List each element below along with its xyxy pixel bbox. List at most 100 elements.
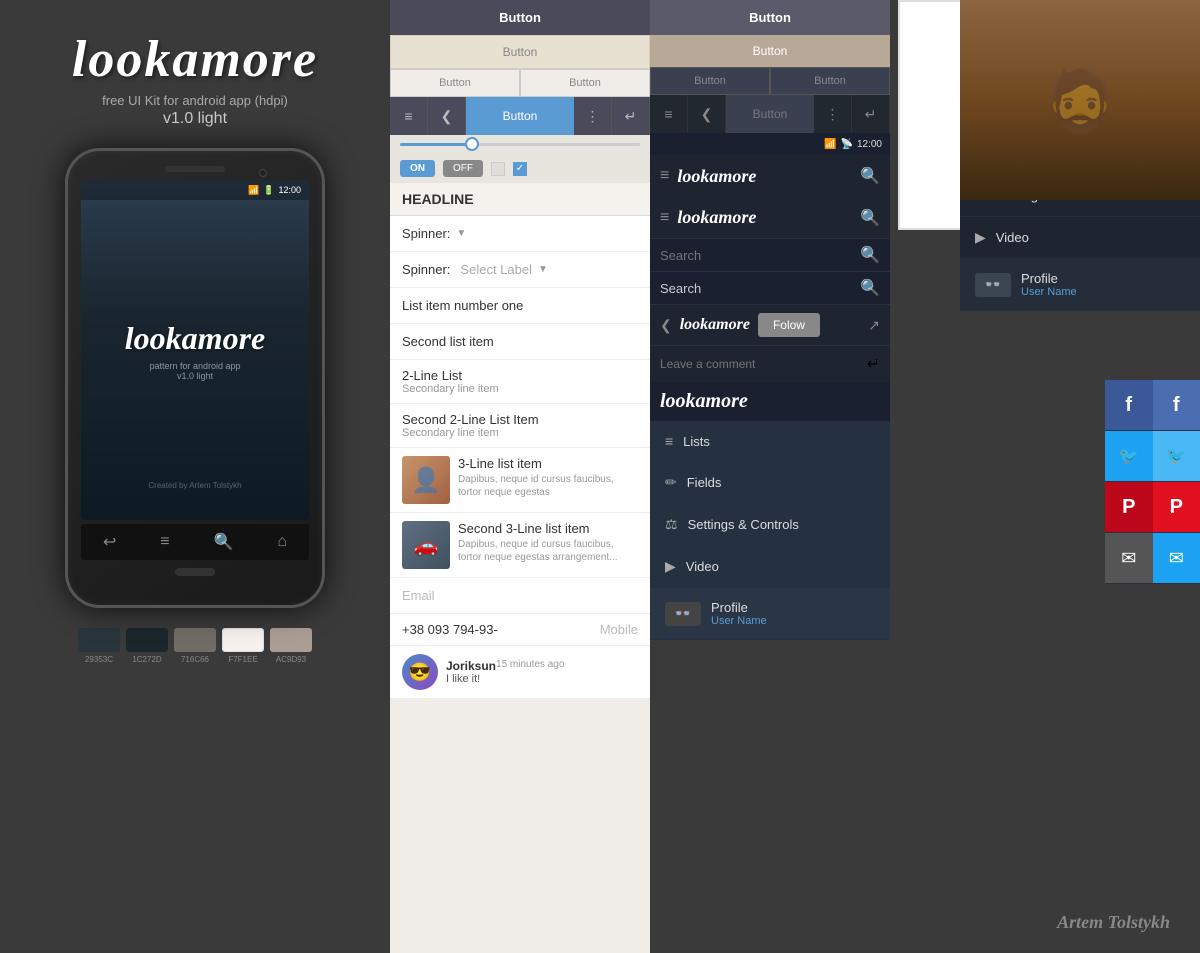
slider-track[interactable] (400, 143, 640, 146)
follow-back-icon[interactable]: ❮ (660, 317, 672, 334)
two-line-item-1[interactable]: 2-Line List Secondary line item (390, 360, 650, 404)
twitter-button-2[interactable]: 🐦 (1153, 431, 1200, 481)
search-icon-1[interactable]: 🔍 (860, 245, 880, 265)
search-input-1[interactable] (660, 248, 860, 263)
slider-thumb[interactable] (465, 137, 479, 151)
spinner-2[interactable]: Spinner: Select Label ▼ (390, 252, 650, 288)
phone-home-button (175, 568, 215, 576)
battery-icon: 🔋 (263, 185, 274, 196)
brand-bar-dark: lookamore (650, 382, 890, 421)
dark-toolbar-return-icon[interactable]: ↵ (852, 95, 890, 133)
three-line-primary-1: 3-Line list item (458, 456, 638, 471)
dark-toolbar-back-icon[interactable]: ❮ (688, 95, 726, 133)
swatch-5: AC9D93 (270, 628, 312, 664)
menu-item-profile-light[interactable]: 👓 Profile User Name (650, 588, 890, 640)
button-dark-primary[interactable]: Button (390, 0, 650, 35)
swatch-label-3: 716C66 (181, 655, 209, 664)
wifi-icon: 📶 (248, 185, 259, 196)
swatch-label-2: 1C272D (132, 655, 161, 664)
screen-version: v1.0 light (177, 371, 213, 381)
two-line-primary-2: Second 2-Line List Item (402, 412, 638, 427)
mail-pair: ✉ ✉ (1105, 533, 1200, 584)
button-outline-1[interactable]: Button (390, 69, 520, 97)
menu-item-profile-dark[interactable]: 👓 Profile User Name (960, 259, 1200, 311)
menu-nav-icon: ≡ (160, 533, 169, 551)
spinner-1[interactable]: Spinner: ▼ (390, 216, 650, 252)
pinterest-icon-1: P (1122, 496, 1135, 519)
phone-speaker (165, 166, 225, 172)
profile-username-light: User Name (711, 615, 767, 627)
dark-button-outline-2[interactable]: Button (770, 67, 890, 95)
dark-button-outline-1[interactable]: Button (650, 67, 770, 95)
follow-button[interactable]: Folow (758, 313, 820, 337)
dark-button-primary[interactable]: Button (650, 0, 890, 35)
list-item-1[interactable]: List item number one (390, 288, 650, 324)
swatch-box-1 (78, 628, 120, 652)
dark-toolbar-more-icon[interactable]: ⋮ (814, 95, 852, 133)
button-outline-2[interactable]: Button (520, 69, 650, 97)
dark-nav-search-icon[interactable]: 🔍 (860, 208, 880, 228)
author-name: Artem Tolstykh (1057, 912, 1170, 932)
toolbar-button[interactable]: Button (466, 97, 574, 135)
back-nav-icon: ↩ (103, 532, 116, 552)
toolbar-menu-icon[interactable]: ≡ (390, 97, 428, 135)
dark-toolbar-button[interactable]: Button (726, 95, 814, 133)
toolbar-return-icon[interactable]: ↵ (612, 97, 650, 135)
comment-input[interactable] (660, 357, 859, 371)
nav-menu-icon[interactable]: ≡ (660, 167, 669, 185)
phone-nav-bar: ↩ ≡ 🔍 ⌂ (81, 524, 309, 560)
pinterest-button-1[interactable]: P (1105, 482, 1153, 532)
menu-item-video-light[interactable]: ▶ Video (650, 546, 890, 588)
email-field[interactable]: Email (390, 578, 650, 614)
two-line-item-2[interactable]: Second 2-Line List Item Secondary line i… (390, 404, 650, 448)
dark-signal-icon: 📡 (841, 139, 853, 150)
toggle-off[interactable]: OFF (443, 160, 483, 177)
swatch-3: 716C66 (174, 628, 216, 664)
phone-field[interactable]: +38 093 794-93- Mobile (390, 614, 650, 646)
mobile-label: Mobile (600, 622, 638, 637)
pinterest-button-2[interactable]: P (1153, 482, 1200, 532)
toggle-on[interactable]: ON (400, 160, 435, 177)
dark-toolbar-row: ≡ ❮ Button ⋮ ↵ (650, 95, 890, 133)
three-line-item-1[interactable]: 👤 3-Line list item Dapibus, neque id cur… (390, 448, 650, 513)
profile-hero-image: 🧔 (960, 0, 1200, 200)
swatch-box-5 (270, 628, 312, 652)
nav-search-icon[interactable]: 🔍 (860, 166, 880, 186)
checkbox-unchecked[interactable] (491, 162, 505, 176)
checkbox-checked[interactable]: ✓ (513, 162, 527, 176)
swatch-label-1: 29353C (85, 655, 113, 664)
toolbar-back-icon[interactable]: ❮ (428, 97, 466, 135)
button-light-primary[interactable]: Button (390, 35, 650, 69)
button-row-light: Button (390, 35, 650, 69)
search-input-2[interactable] (660, 281, 860, 296)
send-icon[interactable]: ↵ (867, 354, 880, 374)
comment-time: 15 minutes ago (496, 659, 564, 673)
two-line-secondary-2: Secondary line item (402, 427, 638, 439)
spinner-arrow-2: ▼ (538, 264, 548, 275)
menu-item-fields-light[interactable]: ✏ Fields (650, 462, 890, 504)
comment-content: Joriksun 15 minutes ago I like it! (446, 659, 564, 685)
menu-item-video-dark[interactable]: ▶ Video (960, 217, 1200, 259)
dark-button-tan[interactable]: Button (650, 35, 890, 67)
menu-item-lists-light[interactable]: ≡ Lists (650, 421, 890, 462)
list-item-2[interactable]: Second list item (390, 324, 650, 360)
facebook-button-1[interactable]: f (1105, 380, 1153, 430)
spinner-1-label: Spinner: (402, 226, 450, 241)
menu-item-settings-light[interactable]: ⚖ Settings & Controls (650, 504, 890, 546)
mail-button-1[interactable]: ✉ (1105, 533, 1153, 583)
left-panel: lookamore free UI Kit for android app (h… (0, 0, 390, 953)
profile-icon-dark: 👓 (975, 273, 1011, 297)
spinner-2-value: Select Label (460, 262, 532, 277)
twitter-button-1[interactable]: 🐦 (1105, 431, 1153, 481)
toolbar-more-icon[interactable]: ⋮ (574, 97, 612, 135)
search-icon-2[interactable]: 🔍 (860, 278, 880, 298)
dark-toolbar-menu-icon[interactable]: ≡ (650, 95, 688, 133)
slider-fill (400, 143, 472, 146)
facebook-button-2[interactable]: f (1153, 380, 1200, 430)
share-icon[interactable]: ↗ (868, 317, 880, 334)
mail-button-2[interactable]: ✉ (1153, 533, 1200, 583)
spinner-arrow-1: ▼ (456, 228, 466, 239)
settings-label-light: Settings & Controls (688, 517, 799, 532)
three-line-item-2[interactable]: 🚗 Second 3-Line list item Dapibus, neque… (390, 513, 650, 578)
dark-search-menu-icon[interactable]: ≡ (660, 209, 669, 227)
